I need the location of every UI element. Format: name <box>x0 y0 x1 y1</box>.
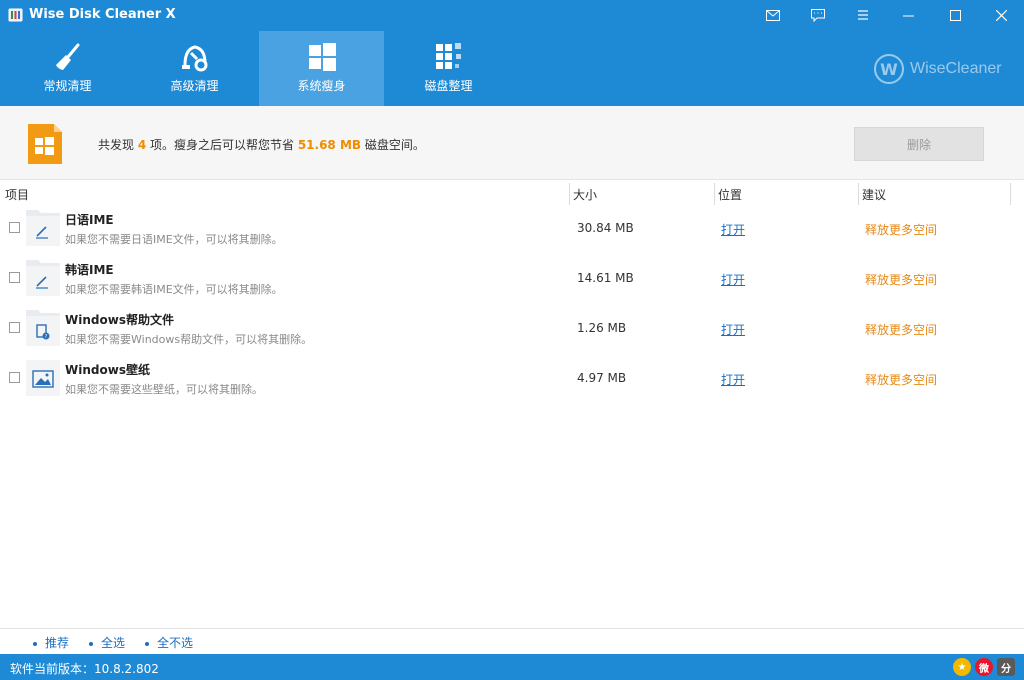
item-description: 如果您不需要这些壁纸，可以将其删除。 <box>65 383 263 396</box>
open-link[interactable]: 打开 <box>721 321 745 338</box>
version-text: 软件当前版本：10.8.2.802 <box>10 662 159 676</box>
open-link[interactable]: 打开 <box>721 221 745 238</box>
item-description: 如果您不需要日语IME文件，可以将其删除。 <box>65 233 283 246</box>
broom-icon <box>55 43 79 70</box>
item-title: 韩语IME <box>65 263 114 277</box>
table-row[interactable]: 日语IME 如果您不需要日语IME文件，可以将其删除。 30.84 MB 打开 … <box>0 206 1024 256</box>
summary-suffix: 磁盘空间。 <box>361 138 425 152</box>
column-divider[interactable] <box>858 183 859 205</box>
column-size[interactable]: 大小 <box>573 186 597 203</box>
social-share-icon[interactable]: 分 <box>997 658 1015 676</box>
close-icon <box>995 9 1007 21</box>
maximize-icon <box>949 9 961 21</box>
found-count: 4 <box>137 138 147 152</box>
column-item[interactable]: 项目 <box>5 186 29 203</box>
status-bar: 软件当前版本：10.8.2.802 ★ 微 分 <box>0 654 1024 680</box>
tab-label: 常规清理 <box>43 79 92 93</box>
item-size: 1.26 MB <box>577 321 627 335</box>
title-bar: Wise Disk Cleaner X <box>0 0 1024 30</box>
summary-middle: 项。瘦身之后可以帮您节省 <box>146 138 298 152</box>
summary-panel: 共发现 4 项。瘦身之后可以帮您节省 51.68 MB 磁盘空间。 删除 <box>0 106 1024 180</box>
item-description: 如果您不需要韩语IME文件，可以将其删除。 <box>65 283 283 296</box>
tab-label: 磁盘整理 <box>424 79 473 93</box>
recommend-link[interactable]: 推荐 <box>33 634 69 651</box>
table-row[interactable]: Windows壁纸 如果您不需要这些壁纸，可以将其删除。 4.97 MB 打开 … <box>0 356 1024 406</box>
vacuum-icon <box>181 45 207 72</box>
top-banner: Wise Disk Cleaner X 常规清理 高级清理 系统瘦身 磁盘整理 … <box>0 0 1024 106</box>
brand-mark: W <box>874 54 904 84</box>
bullet-icon <box>89 641 93 646</box>
weibo-icon[interactable]: 微 <box>975 658 993 676</box>
defrag-icon <box>435 43 461 69</box>
row-checkbox[interactable] <box>9 372 20 383</box>
menu-button[interactable] <box>840 0 886 30</box>
list-header: 项目 大小 位置 建议 <box>0 181 1024 205</box>
summary-prefix: 共发现 <box>98 138 138 152</box>
tab-advanced-clean[interactable]: 高级清理 <box>132 31 257 106</box>
item-description: 如果您不需要Windows帮助文件，可以将其删除。 <box>65 333 313 346</box>
minimize-icon <box>902 15 914 16</box>
mail-icon <box>766 9 780 21</box>
tab-system-slim[interactable]: 系统瘦身 <box>259 31 384 106</box>
maximize-button[interactable] <box>932 0 978 30</box>
column-divider[interactable] <box>1010 183 1011 205</box>
minimize-button[interactable] <box>885 0 931 30</box>
item-title: Windows帮助文件 <box>65 313 174 327</box>
open-link[interactable]: 打开 <box>721 371 745 388</box>
app-title: Wise Disk Cleaner X <box>29 7 176 22</box>
rate-star-icon[interactable]: ★ <box>953 658 971 676</box>
item-title: 日语IME <box>65 213 114 227</box>
tab-defrag[interactable]: 磁盘整理 <box>386 31 511 106</box>
column-divider[interactable] <box>569 183 570 205</box>
select-all-link[interactable]: 全选 <box>89 634 125 651</box>
suggestion-text: 释放更多空间 <box>865 273 938 287</box>
row-checkbox[interactable] <box>9 222 20 233</box>
suggestion-text: 释放更多空间 <box>865 323 938 337</box>
summary-text: 共发现 4 项。瘦身之后可以帮您节省 51.68 MB 磁盘空间。 <box>98 136 425 153</box>
row-checkbox[interactable] <box>9 272 20 283</box>
table-row[interactable]: 韩语IME 如果您不需要韩语IME文件，可以将其删除。 14.61 MB 打开 … <box>0 256 1024 306</box>
brand-logo: W WiseCleaner <box>874 54 1002 84</box>
item-title: Windows壁纸 <box>65 363 150 377</box>
tab-label: 高级清理 <box>170 79 219 93</box>
menu-icon <box>858 10 868 20</box>
open-link[interactable]: 打开 <box>721 271 745 288</box>
pen-file-icon <box>26 260 60 296</box>
bullet-icon <box>145 641 149 646</box>
item-size: 30.84 MB <box>577 221 634 235</box>
column-divider[interactable] <box>714 183 715 205</box>
suggestion-text: 释放更多空间 <box>865 223 938 237</box>
tab-common-clean[interactable]: 常规清理 <box>5 31 130 106</box>
table-row[interactable]: ? Windows帮助文件 如果您不需要Windows帮助文件，可以将其删除。 … <box>0 306 1024 356</box>
feedback-button[interactable] <box>795 0 841 30</box>
delete-button[interactable]: 删除 <box>854 127 984 161</box>
column-suggestion[interactable]: 建议 <box>862 186 886 203</box>
suggestion-text: 释放更多空间 <box>865 373 938 387</box>
windows-icon <box>308 43 336 71</box>
tab-label: 系统瘦身 <box>297 79 346 93</box>
item-size: 14.61 MB <box>577 271 634 285</box>
close-button[interactable] <box>978 0 1024 30</box>
feedback-icon <box>811 8 825 22</box>
pen-file-icon <box>26 210 60 246</box>
item-size: 4.97 MB <box>577 371 627 385</box>
wallpaper-icon <box>26 360 60 396</box>
recommend-label: 推荐 <box>45 636 70 650</box>
windows-file-icon <box>28 124 62 164</box>
row-checkbox[interactable] <box>9 322 20 333</box>
column-location[interactable]: 位置 <box>718 186 742 203</box>
help-file-icon: ? <box>26 310 60 346</box>
select-none-label: 全不选 <box>157 636 194 650</box>
mail-button[interactable] <box>750 0 796 30</box>
select-none-link[interactable]: 全不选 <box>145 634 193 651</box>
selection-links: 推荐 全选 全不选 <box>0 628 1024 654</box>
select-all-label: 全选 <box>101 636 126 650</box>
saved-size: 51.68 MB <box>297 138 362 152</box>
svg-text:?: ? <box>45 334 48 340</box>
app-disk-icon <box>8 8 23 22</box>
bullet-icon <box>33 641 37 646</box>
brand-text: WiseCleaner <box>910 60 1002 77</box>
